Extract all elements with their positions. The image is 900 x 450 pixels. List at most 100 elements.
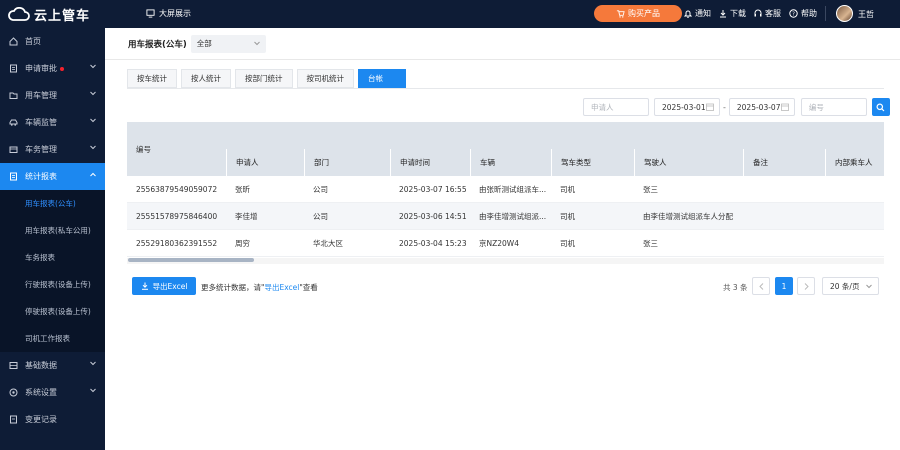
tab-by-department[interactable]: 按部门统计 — [235, 69, 293, 88]
download-icon — [141, 282, 148, 290]
buy-product-button[interactable]: 购买产品 — [594, 5, 682, 22]
column-header-driver: 驾驶人 — [634, 149, 743, 176]
sidebar-item-usage[interactable]: 用车管理 — [0, 82, 105, 109]
cell-vehicle: 京NZ20W4 — [479, 238, 519, 248]
tab-ledger[interactable]: 台帐 — [358, 69, 406, 88]
table-footer: 导出Excel 更多统计数据，请"导出Excel"查看 共 3 条 1 20 条… — [132, 277, 884, 295]
horizontal-scrollbar[interactable] — [127, 258, 884, 264]
cell-drive-type: 司机 — [560, 184, 575, 194]
applicant-input[interactable]: 申请人 — [583, 98, 649, 116]
tab-by-car[interactable]: 按车统计 — [127, 69, 177, 88]
sidebar-item-home[interactable]: 首页 — [0, 28, 105, 55]
brand-logo[interactable]: 云上管车 — [8, 5, 91, 24]
buy-product-label: 购买产品 — [628, 9, 660, 18]
tab-by-person[interactable]: 按人统计 — [181, 69, 231, 88]
sidebar-item-vehicle-affairs[interactable]: 车务管理 — [0, 136, 105, 163]
column-header-department: 部门 — [304, 149, 390, 176]
table-row[interactable]: 25529180362391552 周穷 华北大区 2025-03-04 15:… — [127, 230, 884, 257]
export-hint: 更多统计数据，请"导出Excel"查看 — [201, 282, 318, 293]
date-from-input[interactable]: 2025-03-01 — [654, 98, 720, 116]
help-icon: ? — [789, 9, 798, 18]
page-button-current[interactable]: 1 — [775, 277, 793, 295]
download-link[interactable]: 下载 — [719, 8, 746, 19]
tab-by-driver[interactable]: 按司机统计 — [296, 69, 354, 88]
date-range-separator: - — [723, 102, 726, 112]
export-excel-button[interactable]: 导出Excel — [132, 277, 196, 295]
calendar-icon — [706, 103, 714, 111]
chevron-down-icon — [90, 388, 96, 393]
export-excel-link[interactable]: 导出Excel — [264, 283, 299, 292]
column-header-passengers: 内部乘车人 — [825, 149, 884, 176]
avatar[interactable] — [836, 5, 853, 22]
page-header: 用车报表(公车) 全部 — [105, 28, 900, 60]
sidebar-item-change-log[interactable]: 变更记录 — [0, 406, 105, 433]
next-page-button[interactable] — [797, 277, 815, 295]
cell-passengers — [825, 176, 884, 202]
download-label: 下载 — [730, 9, 746, 18]
search-button[interactable] — [871, 98, 890, 116]
cart-icon — [616, 10, 625, 18]
chevron-right-icon — [804, 282, 809, 290]
column-header-number: 编号 — [127, 122, 226, 176]
database-icon — [8, 361, 18, 371]
table-header-group — [127, 122, 884, 149]
cell-applicant: 张昕 — [235, 184, 250, 194]
service-link[interactable]: 客服 — [754, 8, 781, 19]
notify-link[interactable]: 通知 — [684, 8, 711, 19]
sidebar-subitem-driving-report[interactable]: 行驶报表(设备上传) — [0, 271, 105, 298]
cell-number: 25529180362391552 — [136, 238, 218, 248]
cell-apply-time: 2025-03-06 14:51 — [399, 211, 467, 221]
total-count: 共 3 条 — [723, 283, 748, 292]
sidebar-item-base-data[interactable]: 基础数据 — [0, 352, 105, 379]
scope-select[interactable]: 全部 — [190, 34, 266, 53]
sidebar-item-vehicle-supervision[interactable]: 车辆监管 — [0, 109, 105, 136]
table-row[interactable]: 25563879549059072 张昕 公司 2025-03-07 16:55… — [127, 176, 884, 203]
cell-number: 25551578975846400 — [136, 211, 218, 221]
sidebar-item-label: 申请审批 — [25, 64, 57, 73]
column-header-apply-time: 申请时间 — [390, 149, 470, 176]
sidebar-item-label: 变更记录 — [25, 415, 57, 424]
sidebar-subitem-affairs-report[interactable]: 车务报表 — [0, 244, 105, 271]
chevron-down-icon — [866, 284, 872, 289]
chevron-down-icon — [90, 361, 96, 366]
bell-icon — [684, 10, 692, 18]
svg-text:?: ? — [792, 12, 795, 18]
sidebar-item-settings[interactable]: 系统设置 — [0, 379, 105, 406]
cell-driver: 张三 — [643, 238, 658, 248]
download-icon — [720, 10, 726, 18]
user-name[interactable]: 王哲 — [858, 9, 874, 20]
unread-dot — [60, 66, 64, 71]
export-excel-label: 导出Excel — [152, 281, 188, 291]
chevron-down-icon — [90, 145, 96, 150]
number-input[interactable]: 编号 — [800, 98, 867, 116]
date-to-input[interactable]: 2025-03-07 — [728, 98, 795, 116]
brand-name: 云上管车 — [34, 8, 91, 24]
hint-suffix: "查看 — [299, 283, 318, 292]
date-from-value: 2025-03-01 — [662, 102, 706, 112]
cell-driver: 张三 — [643, 184, 658, 194]
search-icon — [876, 102, 885, 111]
sidebar-item-label: 用车管理 — [25, 91, 57, 100]
cell-passengers — [825, 230, 884, 256]
folder-icon — [8, 91, 18, 101]
page-size-select[interactable]: 20 条/页 — [822, 277, 879, 295]
sidebar-subitem-private-car-report[interactable]: 用车报表(私车公用) — [0, 217, 105, 244]
chevron-down-icon — [90, 118, 96, 123]
sidebar-subitem-public-car-report[interactable]: 用车报表(公车) — [0, 190, 105, 217]
cell-apply-time: 2025-03-07 16:55 — [399, 184, 467, 194]
chevron-up-icon — [90, 172, 96, 177]
sidebar-item-approval[interactable]: 申请审批 — [0, 55, 105, 82]
document-icon — [8, 64, 18, 74]
sidebar-item-reports[interactable]: 统计报表 — [0, 163, 105, 190]
table-row[interactable]: 25551578975846400 李佳增 公司 2025-03-06 14:5… — [127, 203, 884, 230]
scrollbar-thumb[interactable] — [128, 258, 254, 262]
sidebar-item-label: 车辆监管 — [25, 118, 57, 127]
bigscreen-link[interactable]: 大屏展示 — [146, 8, 191, 19]
prev-page-button[interactable] — [752, 277, 770, 295]
cell-remark — [743, 176, 825, 202]
help-link[interactable]: ? 帮助 — [789, 8, 817, 19]
cell-number: 25563879549059072 — [136, 184, 218, 194]
sidebar-subitem-parking-report[interactable]: 停驶报表(设备上传) — [0, 298, 105, 325]
sidebar-subitem-driver-report[interactable]: 司机工作报表 — [0, 325, 105, 352]
column-header-vehicle: 车辆 — [470, 149, 551, 176]
